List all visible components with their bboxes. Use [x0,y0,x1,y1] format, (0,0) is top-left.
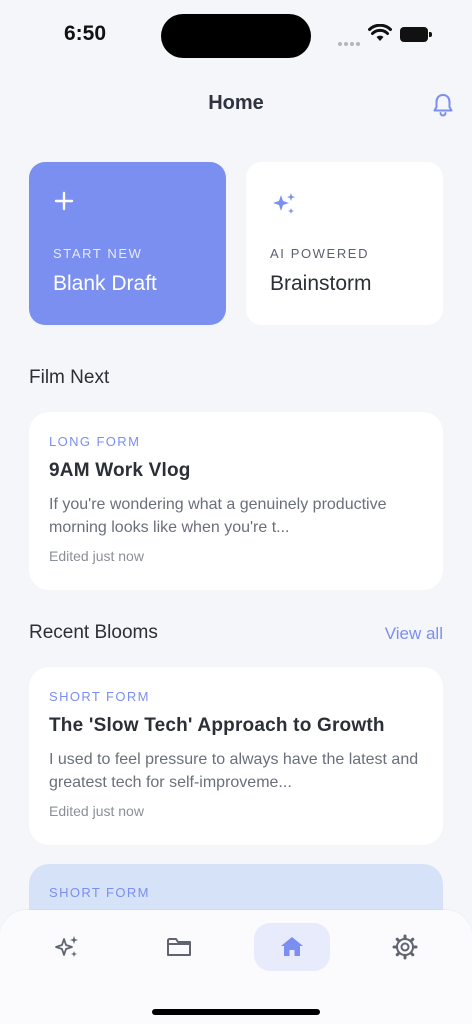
card-eyebrow: AI POWERED [270,246,370,261]
sparkles-icon [55,936,78,957]
status-time: 6:50 [64,22,107,45]
blank-draft-card[interactable]: START NEW Blank Draft [29,162,226,325]
card-type-label: SHORT FORM [49,689,150,704]
card-eyebrow: START NEW [53,246,143,261]
card-excerpt: I used to feel pressure to always have t… [49,751,419,791]
bell-icon[interactable] [430,92,456,118]
wifi-icon [368,24,392,41]
nav-settings-button[interactable] [367,923,443,971]
card-type-label: LONG FORM [49,434,141,449]
brainstorm-card[interactable]: AI POWERED Brainstorm [246,162,443,325]
list-item[interactable]: SHORT FORM The 'Slow Tech' Approach to G… [29,667,443,845]
page-title: Home [208,92,264,114]
card-excerpt: If you're wondering what a genuinely pro… [49,496,387,536]
sparkles-icon [273,193,295,214]
bottom-nav [0,910,472,1024]
film-next-card[interactable]: LONG FORM 9AM Work Vlog If you're wonder… [29,412,443,590]
battery-icon [400,27,432,42]
home-icon [281,937,303,956]
dynamic-island [161,14,311,58]
card-type-label: SHORT FORM [49,885,150,900]
card-edited-meta: Edited just now [49,803,144,819]
status-bar: 6:50 [0,0,472,70]
plus-icon [54,191,74,211]
card-title: 9AM Work Vlog [49,460,191,481]
nav-home-button[interactable] [254,923,330,971]
folder-icon [167,938,191,956]
nav-folder-button[interactable] [141,923,217,971]
gear-icon [392,934,418,960]
nav-brainstorm-button[interactable] [29,923,105,971]
card-title: The 'Slow Tech' Approach to Growth [49,715,385,736]
section-title-recent-blooms: Recent Blooms [29,622,158,643]
card-edited-meta: Edited just now [49,548,144,564]
view-all-link[interactable]: View all [385,624,443,644]
card-title: Brainstorm [270,272,372,295]
card-title: Blank Draft [53,272,157,295]
cellular-signal-icon [338,33,362,46]
home-indicator[interactable] [152,1009,320,1015]
section-title-film-next: Film Next [29,367,110,388]
